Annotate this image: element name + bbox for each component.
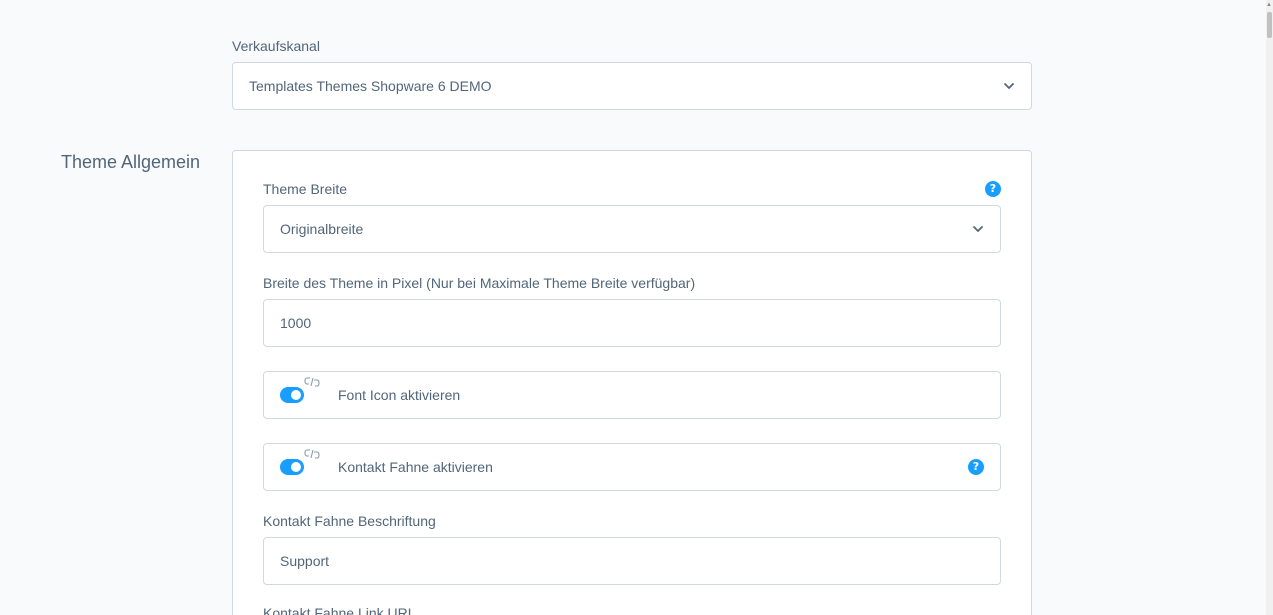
theme-pixel-width-input[interactable]: 1000	[263, 299, 1001, 347]
sales-channel-value: Templates Themes Shopware 6 DEMO	[249, 78, 492, 94]
theme-pixel-width-value: 1000	[280, 315, 312, 331]
theme-width-value: Originalbreite	[280, 221, 364, 237]
theme-width-select[interactable]: Originalbreite	[263, 205, 1001, 253]
contact-flag-toggle-row: Kontakt Fahne aktivieren ?	[263, 443, 1001, 491]
section-title: Theme Allgemein	[61, 152, 201, 172]
unlink-icon[interactable]	[304, 448, 320, 460]
theme-width-label: Theme Breite	[263, 181, 348, 197]
theme-config-page: Verkaufskanal Templates Themes Shopware …	[0, 0, 1273, 615]
contact-flag-caption-label: Kontakt Fahne Beschriftung	[263, 513, 436, 529]
font-icon-label: Font Icon aktivieren	[338, 387, 461, 403]
scroll-up-arrow-icon[interactable]: ▲	[1266, 2, 1272, 8]
chevron-down-icon	[973, 226, 983, 232]
page-scrollbar[interactable]: ▲	[1266, 0, 1273, 615]
contact-flag-label: Kontakt Fahne aktivieren	[338, 459, 493, 475]
contact-flag-caption-value: Support	[280, 553, 330, 569]
contact-flag-link-label: Kontakt Fahne Link URL	[263, 605, 416, 615]
chevron-down-icon	[1004, 83, 1014, 89]
contact-flag-caption-input[interactable]: Support	[263, 537, 1001, 585]
scrollbar-thumb[interactable]	[1267, 12, 1272, 38]
theme-pixel-width-label: Breite des Theme in Pixel (Nur bei Maxim…	[263, 275, 696, 291]
font-icon-toggle-row: Font Icon aktivieren	[263, 371, 1001, 419]
toggle-knob	[291, 462, 301, 472]
sales-channel-label: Verkaufskanal	[232, 38, 320, 54]
toggle-knob	[291, 390, 301, 400]
sales-channel-select[interactable]: Templates Themes Shopware 6 DEMO	[232, 62, 1032, 110]
unlink-icon[interactable]	[304, 376, 320, 388]
question-circle-icon[interactable]: ?	[968, 459, 984, 475]
question-circle-icon[interactable]: ?	[985, 181, 1001, 197]
contact-flag-toggle[interactable]	[280, 459, 304, 475]
font-icon-toggle[interactable]	[280, 387, 304, 403]
